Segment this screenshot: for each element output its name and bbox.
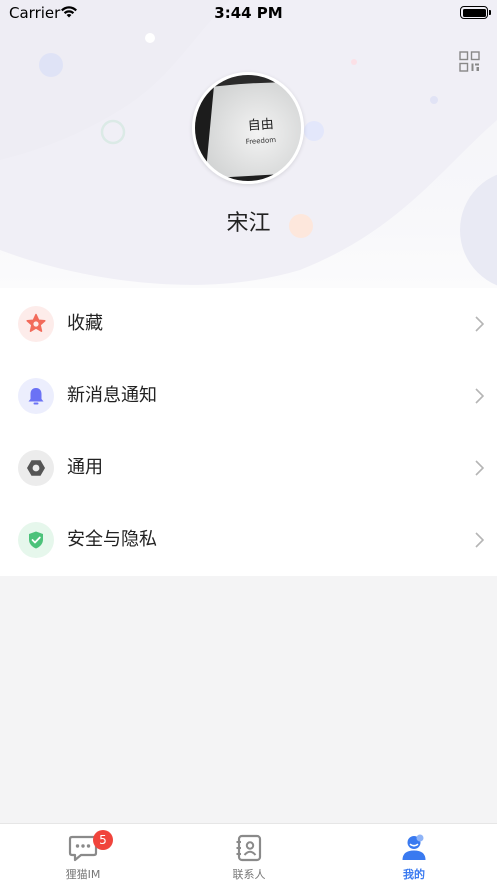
tab-label: 我的 (403, 868, 425, 881)
shield-check-icon (18, 522, 54, 558)
tab-contacts[interactable]: 联系人 (166, 824, 332, 883)
user-name: 宋江 (226, 211, 271, 236)
avatar[interactable]: 自由 Freedom (192, 72, 304, 184)
menu-item-general[interactable]: 通用 (0, 432, 497, 504)
menu-item-label: 安全与隐私 (67, 529, 157, 550)
qr-code-icon[interactable] (459, 51, 480, 72)
menu-item-label: 收藏 (67, 313, 103, 334)
chevron-right-icon (475, 532, 484, 548)
battery-icon (460, 6, 491, 19)
bottom-tab-bar: 5 狸猫IM 联系人 我的 (0, 823, 497, 883)
menu-item-favorites[interactable]: 收藏 (0, 288, 497, 360)
chevron-right-icon (475, 316, 484, 332)
menu-item-label: 新消息通知 (67, 385, 157, 406)
chevron-right-icon (475, 388, 484, 404)
status-bar: Carrier 3:44 PM (0, 0, 497, 26)
settings-menu: 收藏 新消息通知 通用 安全与隐私 (0, 288, 497, 576)
menu-item-label: 通用 (67, 457, 103, 478)
person-icon (402, 834, 426, 860)
tab-me[interactable]: 我的 (331, 824, 497, 883)
clock-time: 3:44 PM (214, 4, 283, 22)
tab-messages[interactable]: 5 狸猫IM (0, 824, 166, 883)
avatar-text-cn: 自由 (247, 117, 274, 134)
menu-item-security-privacy[interactable]: 安全与隐私 (0, 504, 497, 576)
chevron-right-icon (475, 460, 484, 476)
star-icon (18, 306, 54, 342)
profile-header: 自由 Freedom 宋江 (0, 0, 497, 288)
bell-icon (18, 378, 54, 414)
unread-badge: 5 (93, 830, 113, 850)
contacts-book-icon (236, 834, 262, 862)
hexagon-nut-icon (18, 450, 54, 486)
tab-label: 狸猫IM (65, 868, 101, 881)
menu-item-notifications[interactable]: 新消息通知 (0, 360, 497, 432)
tab-label: 联系人 (232, 868, 266, 881)
avatar-image: 自由 Freedom (195, 75, 301, 181)
